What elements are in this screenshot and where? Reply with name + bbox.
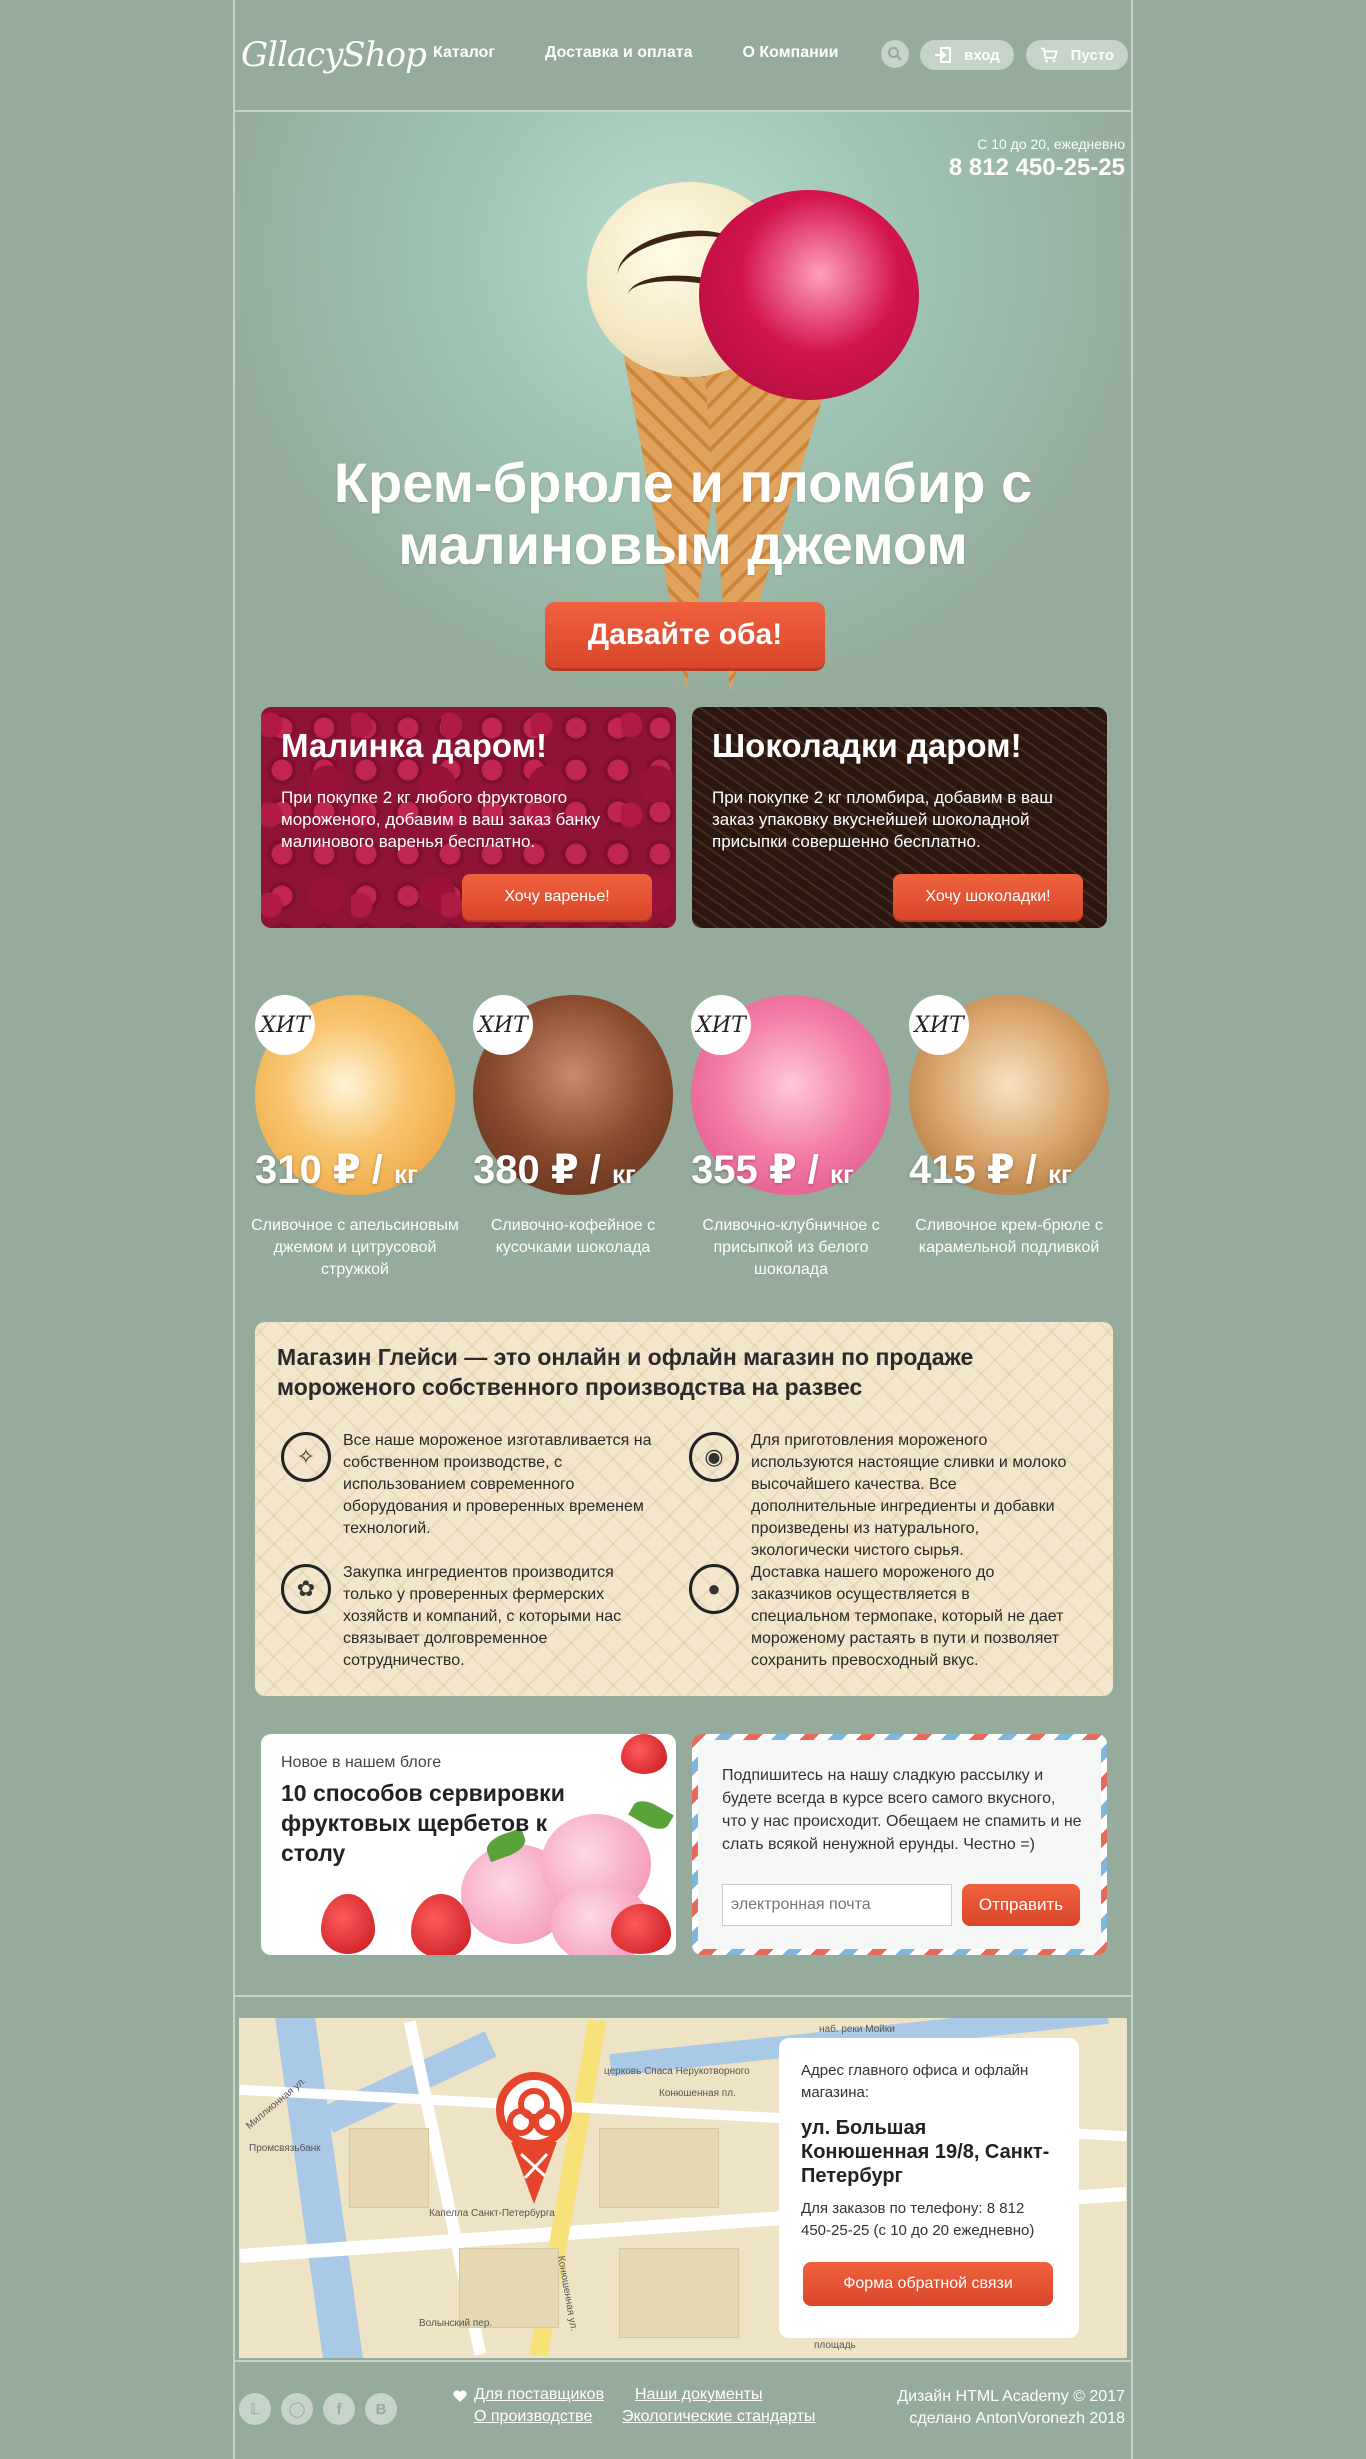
feature-text: Доставка нашего мороженого до заказчиков… [751, 1564, 1064, 1669]
address-text: ул. Большая Конюшенная 19/8, Санкт-Петер… [801, 2117, 1050, 2187]
product-price: 355 ₽ / кг [691, 1148, 854, 1192]
send-button[interactable]: Отправить [962, 1884, 1080, 1926]
product-name[interactable]: Сливочное крем-брюле с карамельной подли… [899, 1215, 1119, 1259]
map-label: Промсвязьбанк [249, 2143, 321, 2154]
cart-icon [1040, 47, 1058, 63]
building-shape [349, 2128, 429, 2208]
search-button[interactable] [881, 40, 909, 68]
twitter-icon[interactable]: 𝕃 [239, 2393, 271, 2425]
social-links: 𝕃 ◯ f В [239, 2393, 397, 2425]
strawberry-image [321, 1894, 375, 1954]
feature-text: Все наше мороженое изготавливается на со… [343, 1432, 652, 1537]
blog-title[interactable]: 10 способов сервировки фруктовых щербето… [281, 1778, 611, 1868]
map[interactable]: наб. реки Мойки Конюшенная пл. церковь С… [239, 2018, 1127, 2358]
login-label: вход [964, 46, 1000, 64]
login-button[interactable]: вход [920, 40, 1014, 70]
address-label: Адрес главного офиса и офлайн магазина: [801, 2062, 1029, 2101]
promo-text: При покупке 2 кг пломбира, добавим в ваш… [712, 788, 1053, 851]
working-hours: С 10 до 20, ежедневно [977, 136, 1125, 152]
cart-button[interactable]: Пусто [1026, 40, 1128, 70]
documents-link[interactable]: Наши документы [635, 2386, 762, 2404]
promo-raspberry: Малинка даром! При покупке 2 кг любого ф… [261, 707, 676, 928]
popsicle-icon: ✧ [281, 1432, 331, 1482]
promo-text: При покупке 2 кг любого фруктового морож… [281, 788, 600, 851]
product-name[interactable]: Сливочно-клубничное с присыпкой из белог… [681, 1215, 901, 1281]
suppliers-link[interactable]: Для поставщиков [474, 2386, 604, 2404]
product-price: 415 ₽ / кг [909, 1148, 1072, 1192]
vk-icon[interactable]: В [365, 2393, 397, 2425]
product-name[interactable]: Сливочное с апельсиновым джемом и цитрус… [245, 1215, 465, 1281]
feature-text: Закупка ингредиентов производится только… [343, 1564, 622, 1669]
order-phone-text: Для заказов по телефону: 8 812 450-25-25… [801, 2200, 1035, 2239]
map-label: Конюшенная пл. [659, 2088, 736, 2099]
production-link[interactable]: О производстве [474, 2408, 592, 2426]
hero-cta-button[interactable]: Давайте оба! [545, 602, 825, 668]
building-shape [619, 2248, 739, 2338]
hit-badge: ХИТ [255, 995, 315, 1055]
nav-about[interactable]: О Компании [742, 44, 838, 62]
map-label: церковь Спаса Нерукотворного [604, 2066, 750, 2077]
strawberry-image [611, 1904, 671, 1954]
blog-kicker: Новое в нашем блоге [281, 1754, 442, 1771]
credits: Дизайн HTML Academy © 2017 сделано Anton… [897, 2386, 1125, 2430]
facebook-icon[interactable]: f [323, 2393, 355, 2425]
address-card: Адрес главного офиса и офлайн магазина: … [779, 2038, 1079, 2338]
nav-catalog[interactable]: Каталог [433, 44, 495, 62]
subscribe-text: Подпишитесь на нашу сладкую рассылку и б… [722, 1767, 1082, 1853]
leaf-icon: ✿ [281, 1564, 331, 1614]
feedback-form-button[interactable]: Форма обратной связи [803, 2262, 1053, 2306]
hit-badge: ХИТ [909, 995, 969, 1055]
hero-title: Крем-брюле и пломбир с малиновым джемом [333, 451, 1033, 576]
nav-delivery[interactable]: Доставка и оплата [545, 44, 693, 62]
strawberry-image [621, 1734, 667, 1774]
header: GllacyShop Каталог Доставка и оплата О К… [235, 0, 1131, 112]
page: GllacyShop Каталог Доставка и оплата О К… [233, 0, 1133, 2459]
phone-number[interactable]: 8 812 450-25-25 [949, 154, 1125, 182]
logo[interactable]: GllacyShop [241, 20, 427, 90]
blog-card[interactable]: Новое в нашем блоге 10 способов сервиров… [261, 1734, 676, 1955]
raspberry-scoop-image [699, 190, 919, 400]
subscribe-inner: Подпишитесь на нашу сладкую рассылку и б… [698, 1740, 1101, 1949]
instagram-icon[interactable]: ◯ [281, 2393, 313, 2425]
thermometer-icon: ● [689, 1564, 739, 1614]
promo-title: Малинка даром! [281, 727, 548, 764]
eco-standards-link[interactable]: Экологические стандарты [622, 2408, 815, 2426]
about-shop-section: Магазин Глейси — это онлайн и офлайн маг… [255, 1322, 1113, 1696]
author-credit[interactable]: сделано AntonVoronezh 2018 [897, 2408, 1125, 2430]
footer-links: Для поставщиков Наши документы О произво… [453, 2386, 817, 2436]
design-credit[interactable]: Дизайн HTML Academy © 2017 [897, 2386, 1125, 2408]
map-label: Капелла Санкт-Петербурга [429, 2208, 555, 2219]
building-shape [599, 2128, 719, 2208]
product-price: 380 ₽ / кг [473, 1148, 636, 1192]
subscribe-form: Подпишитесь на нашу сладкую рассылку и б… [692, 1734, 1107, 1955]
heart-icon [453, 2390, 467, 2402]
promo-chocolate: Шоколадки даром! При покупке 2 кг пломби… [692, 707, 1107, 928]
search-icon [888, 47, 902, 61]
map-label: Волынский пер. [419, 2318, 493, 2329]
divider [235, 1995, 1131, 1997]
promo-title: Шоколадки даром! [712, 727, 1022, 764]
want-jam-button[interactable]: Хочу варенье! [462, 874, 652, 920]
cart-label: Пусто [1070, 46, 1114, 64]
product-price: 310 ₽ / кг [255, 1148, 418, 1192]
hero-banner: С 10 до 20, ежедневно 8 812 450-25-25 Кр… [235, 112, 1131, 690]
map-label: наб. реки Мойки [819, 2024, 895, 2035]
email-input[interactable] [722, 1884, 952, 1926]
product-name[interactable]: Сливочно-кофейное с кусочками шоколада [463, 1215, 683, 1259]
map-label: площадь [814, 2340, 856, 2351]
feature-text: Для приготовления мороженого используютс… [751, 1432, 1067, 1559]
cow-icon: ◉ [689, 1432, 739, 1482]
ice-cream-map-pin-icon [496, 2072, 572, 2204]
divider [235, 2360, 1131, 2362]
about-title: Магазин Глейси — это онлайн и офлайн маг… [277, 1344, 974, 1400]
hit-badge: ХИТ [473, 995, 533, 1055]
hit-badge: ХИТ [691, 995, 751, 1055]
building-shape [459, 2248, 559, 2328]
login-icon [935, 47, 951, 63]
want-chocolate-button[interactable]: Хочу шоколадки! [893, 874, 1083, 920]
main-nav: Каталог Доставка и оплата О Компании [433, 44, 838, 62]
